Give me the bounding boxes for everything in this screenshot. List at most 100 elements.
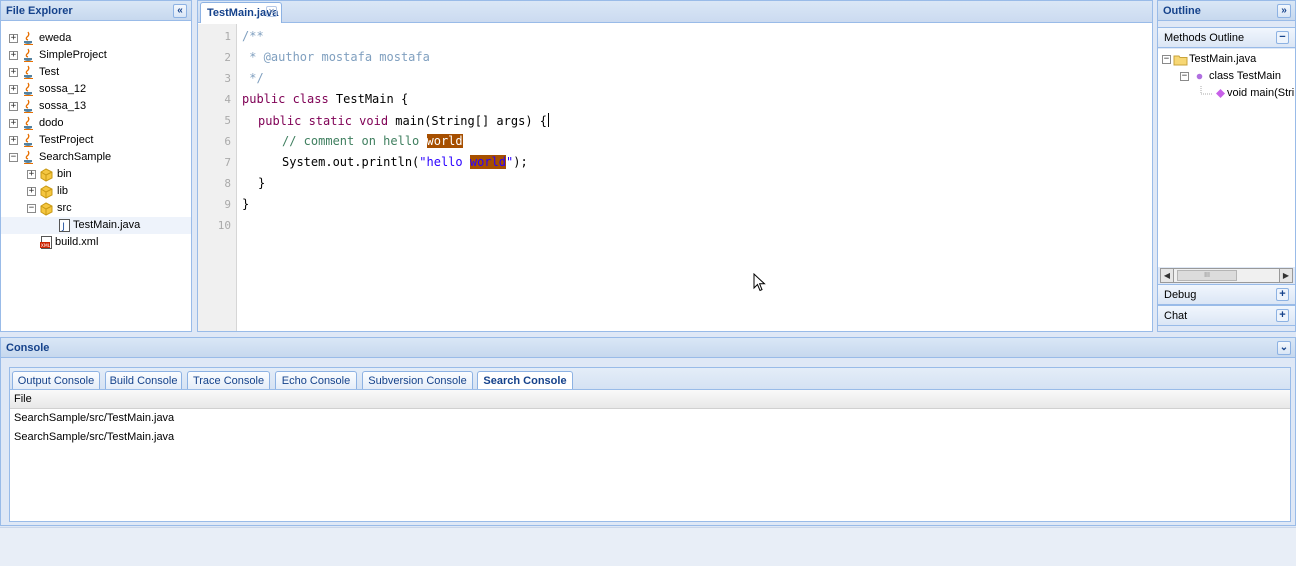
chat-accordion-header[interactable]: Chat + [1158,305,1295,326]
tab-subversion-console[interactable]: Subversion Console [362,371,473,390]
tree-item-project[interactable]: + dodo [1,115,191,132]
tree-item-project[interactable]: + SimpleProject [1,47,191,64]
package-folder-icon [40,168,53,182]
code-line-8: } [258,176,266,190]
tree-item-project[interactable]: − SearchSample [1,149,191,166]
tree-item-label: sossa_12 [39,83,87,95]
code-area[interactable]: 1 2 3 4 5 6 7 8 9 10 /** * @author mosta… [198,24,1152,331]
expand-right-icon[interactable]: » [1277,4,1291,18]
line-number: 6 [224,135,231,148]
tree-item-folder[interactable]: + lib [1,183,191,200]
collapse-down-icon[interactable]: ⌄ [1277,341,1291,355]
column-header-file[interactable]: File [10,390,1290,409]
editor-tabstrip: TestMain.java ✕ [198,1,1152,23]
file-tree: + eweda + SimpleProject + Test + sossa_1… [1,22,191,331]
code-line-6: // comment on hello world [282,134,463,148]
expand-plus-icon[interactable]: + [1276,309,1289,322]
search-match-highlight: world [469,155,506,169]
debug-accordion-header[interactable]: Debug + [1158,284,1295,305]
console-title: Console [6,342,50,354]
tree-item-label: eweda [39,32,72,44]
line-comment: // comment on hello [282,134,427,148]
method-icon [1216,89,1225,98]
line-number: 3 [224,72,231,85]
tab-build-console[interactable]: Build Console [105,371,182,390]
code-text: System.out.println( [282,155,420,169]
tree-item-file-selected[interactable]: J TestMain.java [1,217,191,234]
tree-item-label: sossa_13 [39,100,87,112]
tree-item-folder[interactable]: + bin [1,166,191,183]
outline-item-class[interactable]: − class TestMain [1158,68,1295,85]
tab-output-console[interactable]: Output Console [12,371,100,390]
table-row[interactable]: SearchSample/src/TestMain.java [10,409,1290,428]
tree-item-project[interactable]: + eweda [1,30,191,47]
java-project-icon [24,82,33,96]
expand-plus-icon[interactable]: + [9,34,18,43]
editor-tab-testmain[interactable]: TestMain.java ✕ [200,2,282,23]
string-literal: "hello [419,155,470,169]
code-line-9: } [242,197,250,211]
outline-title: Outline [1163,5,1201,17]
collapse-minus-icon[interactable]: − [27,204,36,213]
methods-outline-header[interactable]: Methods Outline − [1158,27,1295,48]
xml-file-icon: XML [40,236,52,249]
outline-item-file[interactable]: − TestMain.java [1158,51,1295,68]
outline-horizontal-scrollbar[interactable]: ◀ III ▶ [1160,268,1293,283]
java-project-icon [24,133,33,147]
line-number: 1 [224,30,231,43]
package-folder-icon [40,185,53,199]
outline-item-label: TestMain.java [1189,53,1257,65]
scroll-right-icon[interactable]: ▶ [1279,269,1292,282]
keyword: public static void [258,114,389,128]
tree-item-folder[interactable]: − src [1,200,191,217]
folder-icon [1173,55,1188,66]
scroll-left-icon[interactable]: ◀ [1161,269,1174,282]
keyword: public class [242,92,329,106]
mouse-pointer-icon [753,273,766,292]
collapse-minus-icon[interactable]: − [1162,55,1171,64]
collapse-minus-icon[interactable]: − [1276,31,1289,44]
chat-label: Chat [1164,310,1188,322]
tree-item-label: lib [57,185,69,197]
tab-echo-console[interactable]: Echo Console [275,371,357,390]
expand-plus-icon[interactable]: + [27,170,36,179]
expand-plus-icon[interactable]: + [9,119,18,128]
outline-item-method[interactable]: void main(Strin [1158,85,1295,102]
tree-item-project[interactable]: + sossa_13 [1,98,191,115]
tree-item-label: bin [57,168,72,180]
collapse-minus-icon[interactable]: − [9,153,18,162]
tree-item-project[interactable]: + sossa_12 [1,81,191,98]
java-project-icon [24,150,33,164]
code-editor-panel: TestMain.java ✕ 1 2 3 4 5 6 7 8 9 10 /**… [197,0,1153,332]
tree-item-project[interactable]: + TestProject [1,132,191,149]
expand-plus-icon[interactable]: + [1276,288,1289,301]
tab-search-console[interactable]: Search Console [477,371,573,391]
expand-plus-icon[interactable]: + [9,51,18,60]
line-number: 8 [224,177,231,190]
package-folder-icon [40,202,53,216]
tree-item-project[interactable]: + Test [1,64,191,81]
tree-item-label: src [57,202,72,214]
table-row[interactable]: SearchSample/src/TestMain.java [10,428,1290,447]
tab-trace-console[interactable]: Trace Console [187,371,270,390]
code-line-5: public static void main(String[] args) { [258,113,549,128]
collapse-left-icon[interactable]: « [173,4,187,18]
console-header: Console ⌄ [1,338,1295,358]
expand-plus-icon[interactable]: + [9,102,18,111]
scroll-thumb[interactable]: III [1177,270,1237,281]
code-line-2: * @author mostafa mostafa [242,50,430,64]
expand-plus-icon[interactable]: + [9,85,18,94]
close-tab-icon[interactable]: ✕ [266,6,277,17]
outline-header: Outline » [1158,1,1295,21]
tree-item-label: dodo [39,117,64,129]
expand-plus-icon[interactable]: + [9,136,18,145]
methods-outline-label: Methods Outline [1164,32,1245,44]
expand-plus-icon[interactable]: + [27,187,36,196]
expand-plus-icon[interactable]: + [9,68,18,77]
collapse-minus-icon[interactable]: − [1180,72,1189,81]
line-number: 10 [217,219,231,232]
tree-item-file[interactable]: XML build.xml [1,234,191,251]
line-number-gutter: 1 2 3 4 5 6 7 8 9 10 [198,24,237,331]
debug-label: Debug [1164,289,1197,301]
outline-item-label: void main(Strin [1227,87,1295,99]
